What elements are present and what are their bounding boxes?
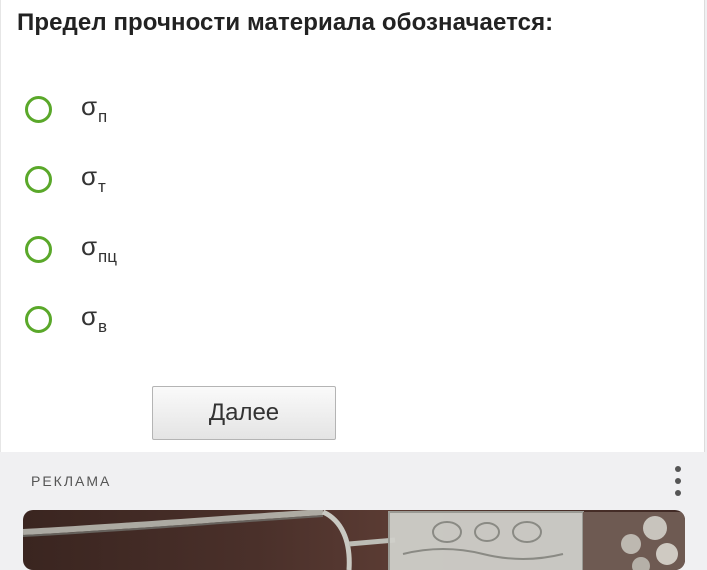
- answer-subscript: в: [98, 317, 108, 336]
- question-title: Предел прочности материала обозначается:: [17, 9, 554, 36]
- ad-image-graphic: [23, 510, 685, 570]
- radio-button[interactable]: [25, 305, 52, 333]
- radio-button[interactable]: [25, 235, 52, 263]
- sigma-symbol: σ: [81, 301, 98, 331]
- answer-option-1[interactable]: σп: [25, 91, 107, 127]
- answer-label: σт: [81, 163, 106, 195]
- next-button[interactable]: Далее: [152, 386, 336, 440]
- answer-label: σп: [81, 93, 107, 125]
- ad-section: РЕКЛАМА: [0, 452, 707, 570]
- answer-subscript: пц: [98, 247, 117, 266]
- answer-option-4[interactable]: σв: [25, 301, 107, 337]
- sigma-symbol: σ: [81, 231, 98, 261]
- answer-label: σпц: [81, 233, 117, 265]
- answer-option-3[interactable]: σпц: [25, 231, 117, 267]
- kebab-dot: [675, 478, 681, 484]
- question-card: Предел прочности материала обозначается:…: [0, 0, 705, 452]
- answer-option-2[interactable]: σт: [25, 161, 106, 197]
- radio-button[interactable]: [25, 165, 52, 193]
- kebab-dot: [675, 490, 681, 496]
- answer-subscript: п: [98, 107, 108, 126]
- kebab-dot: [675, 466, 681, 472]
- ad-image[interactable]: [23, 510, 685, 570]
- ad-label: РЕКЛАМА: [31, 473, 112, 489]
- kebab-menu-icon[interactable]: [668, 464, 688, 498]
- answer-label: σв: [81, 303, 107, 335]
- radio-button[interactable]: [25, 95, 52, 123]
- answer-subscript: т: [98, 177, 106, 196]
- sigma-symbol: σ: [81, 91, 98, 121]
- sigma-symbol: σ: [81, 161, 98, 191]
